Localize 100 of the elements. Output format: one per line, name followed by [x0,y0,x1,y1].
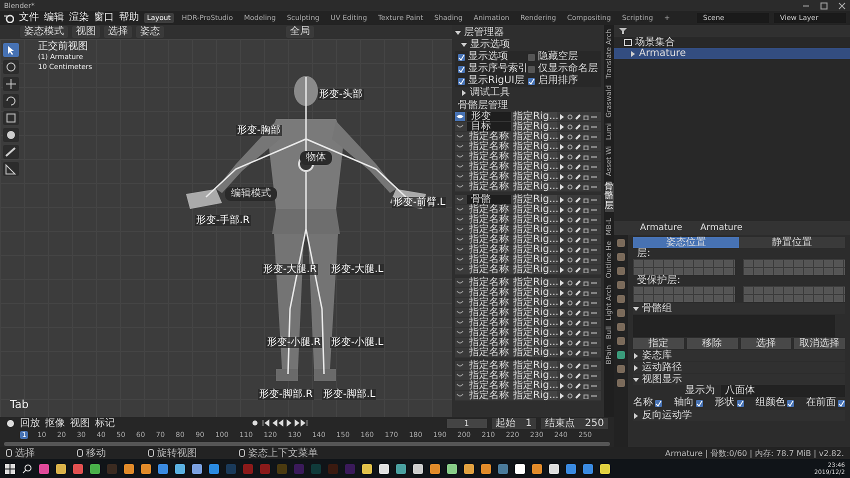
clock-icon[interactable] [6,418,15,428]
assign-rig-button[interactable]: 指定Rig... [513,162,557,171]
checkbox[interactable] [655,400,662,406]
layer-name-field[interactable]: 目标 [467,122,511,131]
assign-rig-button[interactable]: 指定Rig... [513,152,557,161]
bone-group-button[interactable]: 移除 [686,338,738,349]
circle-icon[interactable] [567,300,573,306]
pie-menu-item[interactable]: 编辑模式 [225,187,277,201]
move-tool-icon[interactable] [3,77,19,91]
menu-item[interactable]: 文件 [19,12,39,24]
search-icon[interactable] [22,464,32,474]
subpanel-header[interactable]: 显示选项 [470,39,510,51]
circle-icon[interactable] [567,144,573,150]
assign-rig-button[interactable]: 指定Rig... [513,172,557,181]
assign-rig-button[interactable]: 指定Rig... [513,225,557,234]
caret-icon[interactable] [461,90,467,96]
timeline-scrollbar[interactable] [4,442,610,446]
assign-rig-button[interactable]: 指定Rig... [513,371,557,380]
display-as-dropdown[interactable]: 八面体 [721,385,845,397]
annotate-tool-icon[interactable] [3,145,19,159]
circle-icon[interactable] [567,184,573,190]
select-tool-icon[interactable] [3,43,19,57]
sidebar-tab[interactable]: 骨骼层 [604,182,614,212]
assign-rig-button[interactable]: 指定Rig... [513,348,557,357]
circle-icon[interactable] [567,310,573,316]
circle-icon[interactable] [567,196,573,202]
circle-icon[interactable] [567,226,573,232]
outliner-row[interactable]: Armature [614,48,850,59]
bone-group-button[interactable]: 选择 [740,338,792,349]
bone-group-button[interactable]: 指定 [633,338,684,349]
section-header[interactable]: 姿态库 [642,350,672,361]
circle-icon[interactable] [567,362,573,368]
assign-rig-button[interactable]: 指定Rig... [513,142,557,151]
assign-rig-button[interactable]: 指定Rig... [513,195,557,204]
assign-rig-button[interactable]: 指定Rig... [513,278,557,287]
caret-icon[interactable] [633,364,639,370]
assign-rig-button[interactable]: 指定Rig... [513,235,557,244]
assign-rig-button[interactable]: 指定Rig... [513,182,557,191]
assign-rig-button[interactable]: 指定Rig... [513,381,557,390]
circle-icon[interactable] [567,382,573,388]
assign-rig-button[interactable]: 指定Rig... [513,361,557,370]
circle-icon[interactable] [567,216,573,222]
circle-icon[interactable] [567,340,573,346]
circle-icon[interactable] [567,236,573,242]
circle-icon[interactable] [567,320,573,326]
start-icon[interactable] [5,464,15,474]
circle-icon[interactable] [567,372,573,378]
menu-item[interactable]: 编辑 [44,12,64,24]
expand-caret-icon[interactable] [630,50,636,56]
circle-icon[interactable] [567,114,573,120]
end-frame-field[interactable]: 250 [584,418,604,428]
assign-rig-button[interactable]: 指定Rig... [513,205,557,214]
circle-icon[interactable] [567,266,573,272]
orientation-dropdown[interactable]: 全局 [286,26,314,38]
pose-toggle[interactable]: 姿态位置 [633,237,739,248]
timeline-menu[interactable]: 标记 [95,418,115,428]
assign-rig-button[interactable]: 指定Rig... [513,265,557,274]
menu-item[interactable]: 帮助 [119,12,139,24]
current-frame-field[interactable]: 1 [446,418,487,428]
checkbox[interactable] [736,400,744,406]
assign-rig-button[interactable]: 指定Rig... [513,245,557,254]
filter-icon[interactable] [618,27,628,35]
viewport-menu[interactable]: 姿态 [136,26,164,38]
close-icon[interactable] [838,2,846,10]
circle-icon[interactable] [567,392,573,398]
assign-rig-button[interactable]: 指定Rig... [513,328,557,337]
viewport-menu[interactable]: 选择 [104,26,132,38]
subpanel-header[interactable]: 调试工具 [470,87,510,99]
menu-item[interactable]: 渲染 [69,12,89,24]
mode-dropdown[interactable]: 姿态模式 [20,26,68,38]
circle-icon[interactable] [567,280,573,286]
timeline-menu[interactable]: 抠像 [45,418,65,428]
checkbox[interactable] [528,66,535,72]
start-frame-field[interactable]: 1 [526,418,532,428]
scale-tool-icon[interactable] [3,111,19,125]
menu-item[interactable]: 窗口 [94,12,114,24]
assign-rig-button[interactable]: 指定Rig... [513,132,557,141]
assign-rig-button[interactable]: 指定Rig... [513,122,557,131]
timeline-menu[interactable]: 回放 [20,418,40,428]
circle-icon[interactable] [567,174,573,180]
assign-rig-button[interactable]: 指定Rig... [513,391,557,400]
circle-icon[interactable] [567,246,573,252]
layer-name-field[interactable]: 骨骼 [467,195,511,204]
section-header[interactable]: 视图显示 [642,374,682,385]
assign-rig-button[interactable]: 指定Rig... [513,255,557,264]
circle-icon[interactable] [567,330,573,336]
section-header[interactable]: 运动路径 [642,362,682,373]
caret-icon[interactable] [633,306,639,312]
visibility-toggle[interactable] [455,112,465,121]
checkbox[interactable] [458,54,465,60]
assign-rig-button[interactable]: 指定Rig... [513,215,557,224]
outliner-item[interactable]: 场景集合 [635,37,675,48]
measure-tool-icon[interactable] [3,162,19,176]
caret-icon[interactable] [633,376,639,382]
assign-rig-button[interactable]: 指定Rig... [513,308,557,317]
checkbox[interactable] [528,54,535,60]
panel-header[interactable]: 层管理器 [464,27,504,39]
checkbox[interactable] [458,78,465,84]
cursor-tool-icon[interactable] [3,60,19,74]
timeline-menu[interactable]: 视图 [70,418,90,428]
